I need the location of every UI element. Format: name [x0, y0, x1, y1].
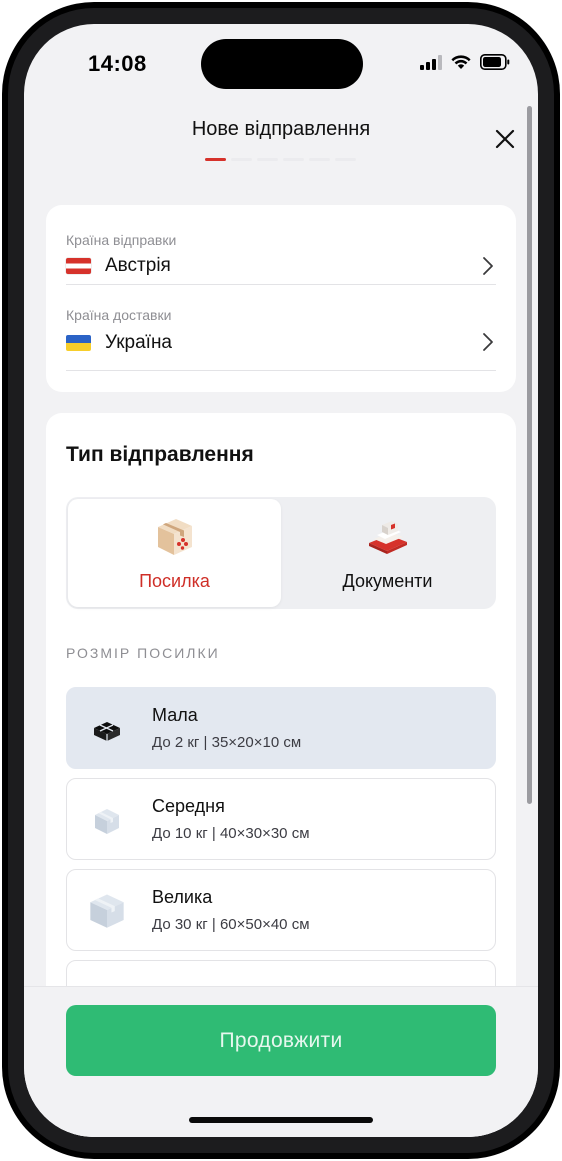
origin-country-row[interactable]: Країна відправки Австрія	[66, 205, 496, 285]
chevron-right-icon	[483, 333, 493, 351]
destination-country-value: Україна	[66, 332, 172, 354]
size-option-small[interactable]: Мала До 2 кг | 35×20×10 см	[66, 687, 496, 769]
close-icon[interactable]	[494, 128, 516, 150]
wifi-icon	[451, 55, 471, 69]
dynamic-island	[201, 39, 363, 89]
status-icons	[420, 54, 510, 70]
parcel-icon	[157, 519, 192, 555]
size-option-name: Середня	[152, 796, 225, 816]
battery-icon	[480, 54, 510, 70]
size-option-medium[interactable]: Середня До 10 кг | 40×30×30 см	[66, 778, 496, 860]
step-indicator	[283, 158, 304, 161]
signal-icon	[420, 54, 442, 70]
size-option-desc: До 30 кг | 60×50×40 см	[152, 916, 310, 933]
countries-card: Країна відправки Австрія Країна доставки…	[46, 205, 516, 392]
destination-country-row[interactable]: Країна доставки Україна	[66, 285, 496, 371]
small-box-icon	[94, 722, 120, 741]
documents-option-label: Документи	[342, 571, 433, 591]
parcel-size-heading: РОЗМІР ПОСИЛКИ	[66, 645, 220, 661]
documents-option[interactable]: Документи	[281, 499, 494, 607]
size-option-name: Мала	[152, 705, 198, 725]
austria-flag-icon	[66, 258, 91, 274]
origin-country-value: Австрія	[66, 255, 171, 277]
size-option-large[interactable]: Велика До 30 кг | 60×50×40 см	[66, 869, 496, 951]
parcel-option-label: Посилка	[139, 571, 210, 591]
step-indicator	[257, 158, 278, 161]
step-indicator	[309, 158, 330, 161]
home-indicator	[189, 1117, 373, 1123]
step-indicator	[205, 158, 226, 161]
ukraine-flag-icon	[66, 335, 91, 351]
parcel-option[interactable]: Посилка	[68, 499, 281, 607]
chevron-right-icon	[483, 257, 493, 275]
size-option-desc: До 10 кг | 40×30×30 см	[152, 825, 310, 842]
step-indicator	[335, 158, 356, 161]
shipment-type-title: Тип відправлення	[66, 443, 254, 466]
page-title: Нове відправлення	[191, 118, 371, 140]
step-indicator	[231, 158, 252, 161]
shipment-type-segment: Посилка Документи	[66, 497, 496, 609]
scrollbar[interactable]	[527, 106, 532, 804]
size-option-desc: До 2 кг | 35×20×10 см	[152, 734, 302, 751]
large-box-icon	[90, 894, 124, 928]
documents-icon	[368, 521, 407, 554]
destination-country-label: Країна доставки	[66, 307, 172, 323]
origin-country-name: Австрія	[105, 255, 171, 276]
continue-button[interactable]: Продовжити	[66, 1005, 496, 1076]
origin-country-label: Країна відправки	[66, 232, 177, 248]
size-option-name: Велика	[152, 887, 213, 907]
medium-box-icon	[95, 809, 119, 834]
progress-steps	[205, 158, 356, 161]
status-time: 14:08	[88, 51, 147, 76]
destination-country-name: Україна	[105, 332, 173, 353]
app-screen: 14:08 Нове відправлення Країна відправки	[24, 24, 538, 1137]
